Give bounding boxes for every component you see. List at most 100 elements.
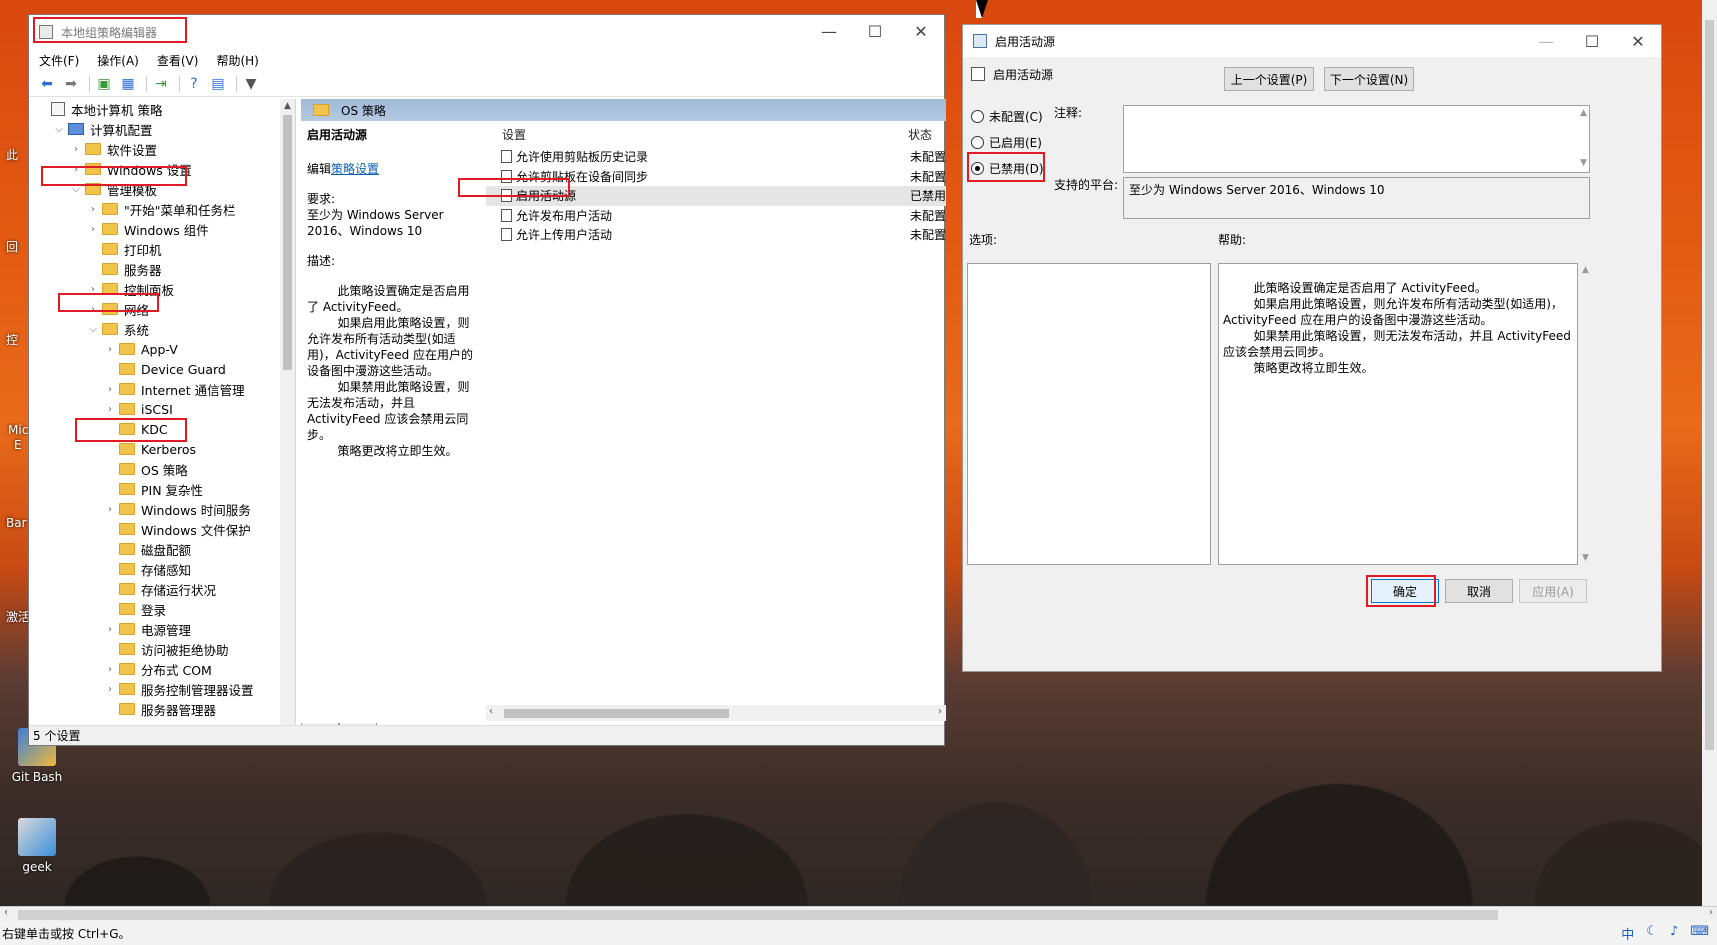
list-hscroll-thumb[interactable]	[504, 709, 729, 718]
up-folder-icon[interactable]: ▣	[94, 75, 114, 93]
tree-scrollbar[interactable]: ▲ ▼	[280, 99, 295, 739]
chevron-right-icon[interactable]: ›	[103, 344, 117, 355]
help-icon[interactable]: ?	[184, 75, 204, 93]
tree-item[interactable]: 服务器	[33, 259, 295, 279]
radio-enabled[interactable]: 已启用(E)	[971, 134, 1042, 151]
desktop-hscroll-thumb[interactable]	[18, 910, 1498, 920]
show-hide-tree-icon[interactable]: ▦	[118, 75, 138, 93]
tree-item[interactable]: ⌵ 计算机配置	[33, 119, 295, 139]
radio-circle[interactable]	[971, 110, 984, 123]
tree-item[interactable]: › iSCSI	[33, 399, 295, 419]
scroll-left-icon[interactable]: ‹	[489, 706, 493, 717]
gpedit-titlebar[interactable]: 本地组策略编辑器 — ☐ ✕	[29, 15, 944, 49]
chevron-down-icon[interactable]: ⌵	[86, 324, 100, 335]
chevron-right-icon[interactable]: ›	[69, 144, 83, 155]
column-state[interactable]: 状态	[832, 126, 932, 143]
menu-help[interactable]: 帮助(H)	[216, 52, 258, 69]
desktop-icon-fragment[interactable]: 激活	[6, 608, 30, 625]
minimize-icon[interactable]: —	[806, 15, 852, 47]
back-icon[interactable]: ⬅	[37, 75, 57, 93]
apply-button[interactable]: 应用(A)	[1519, 579, 1587, 603]
tree-item[interactable]: › 电源管理	[33, 619, 295, 639]
forward-icon[interactable]: ➡	[61, 75, 81, 93]
export-list-icon[interactable]: ⇥	[151, 75, 171, 93]
tree-item[interactable]: › 服务控制管理器设置	[33, 679, 295, 699]
tree-item[interactable]: Device Guard	[33, 359, 295, 379]
tree-item[interactable]: 服务器管理器	[33, 699, 295, 719]
chevron-right-icon[interactable]: ›	[103, 404, 117, 415]
tree-item[interactable]: › 软件设置	[33, 139, 295, 159]
tree-item[interactable]: Windows 文件保护	[33, 519, 295, 539]
desktop-vscroll-thumb[interactable]	[1705, 20, 1714, 750]
dialog-titlebar[interactable]: 启用活动源 — ☐ ✕	[963, 25, 1661, 57]
menu-action[interactable]: 操作(A)	[97, 52, 139, 69]
menu-file[interactable]: 文件(F)	[39, 52, 79, 69]
tree-item[interactable]: 登录	[33, 599, 295, 619]
tree-item[interactable]: 本地计算机 策略	[33, 99, 295, 119]
tree-item[interactable]: › "开始"菜单和任务栏	[33, 199, 295, 219]
desktop-icon-fragment[interactable]: 控	[6, 331, 18, 348]
properties-icon[interactable]: ▤	[208, 75, 228, 93]
tree-item[interactable]: ⌵ 系统	[33, 319, 295, 339]
tree-item[interactable]: 存储运行状况	[33, 579, 295, 599]
scroll-down-icon[interactable]: ▼	[1580, 158, 1587, 168]
ime-chinese-icon[interactable]: 中	[1621, 924, 1634, 943]
chevron-right-icon[interactable]: ›	[103, 664, 117, 675]
chevron-right-icon[interactable]: ›	[103, 504, 117, 515]
tree-item[interactable]: › Windows 时间服务	[33, 499, 295, 519]
scroll-up-icon[interactable]: ▲	[280, 101, 295, 111]
chevron-right-icon[interactable]: ›	[103, 384, 117, 395]
column-setting[interactable]: 设置	[486, 126, 832, 143]
scroll-left-icon[interactable]: ‹	[4, 907, 8, 918]
tree-scroll-thumb[interactable]	[283, 115, 292, 370]
scroll-up-icon[interactable]: ▲	[1582, 265, 1589, 275]
chevron-right-icon[interactable]: ›	[86, 224, 100, 235]
cancel-button[interactable]: 取消	[1445, 579, 1513, 603]
setting-row[interactable]: 允许上传用户活动 未配置	[486, 225, 946, 245]
radio-circle[interactable]	[971, 136, 984, 149]
tree-item[interactable]: › 分布式 COM	[33, 659, 295, 679]
chevron-down-icon[interactable]: ⌵	[52, 124, 66, 135]
chevron-right-icon[interactable]: ›	[103, 684, 117, 695]
maximize-icon[interactable]: ☐	[1569, 25, 1615, 57]
keyboard-icon[interactable]: ⌨	[1690, 924, 1709, 943]
menu-view[interactable]: 查看(V)	[157, 52, 199, 69]
scroll-down-icon[interactable]: ▼	[1582, 553, 1589, 563]
tree-item[interactable]: › Internet 通信管理	[33, 379, 295, 399]
setting-row[interactable]: 允许使用剪贴板历史记录 未配置	[486, 147, 946, 167]
desktop-icon-fragment[interactable]: E	[14, 438, 22, 452]
desktop-hscrollbar[interactable]: ‹ ›	[0, 906, 1717, 922]
tree-item[interactable]: Kerberos	[33, 439, 295, 459]
tree-item[interactable]: › App-V	[33, 339, 295, 359]
next-setting-button[interactable]: 下一个设置(N)	[1324, 67, 1414, 91]
filter-icon[interactable]: ▼	[241, 75, 261, 93]
close-icon[interactable]: ✕	[1615, 25, 1661, 57]
tree-item[interactable]: › Windows 组件	[33, 219, 295, 239]
tree-item[interactable]: 打印机	[33, 239, 295, 259]
list-hscrollbar[interactable]: ‹ ›	[486, 705, 946, 721]
tree-item[interactable]: 存储感知	[33, 559, 295, 579]
volume-icon[interactable]: ♪	[1670, 924, 1678, 943]
chevron-right-icon[interactable]: ›	[103, 624, 117, 635]
tree-item[interactable]: PIN 复杂性	[33, 479, 295, 499]
close-icon[interactable]: ✕	[898, 15, 944, 47]
scroll-right-icon[interactable]: ›	[938, 706, 942, 717]
desktop-icon-fragment[interactable]: 此	[6, 146, 18, 163]
tree-item[interactable]: 访问被拒绝协助	[33, 639, 295, 659]
desktop-icon-fragment[interactable]: Bar	[6, 516, 27, 530]
minimize-icon[interactable]: —	[1523, 25, 1569, 57]
geek-desktop-icon[interactable]: geek	[2, 818, 72, 874]
scroll-right-icon[interactable]: ›	[1709, 907, 1713, 918]
previous-setting-button[interactable]: 上一个设置(P)	[1224, 67, 1314, 91]
comment-textarea[interactable]: ▲ ▼	[1123, 105, 1590, 173]
desktop-icon-fragment[interactable]: Mic	[8, 423, 28, 437]
setting-row[interactable]: 允许发布用户活动 未配置	[486, 206, 946, 226]
scroll-up-icon[interactable]: ▲	[1580, 108, 1587, 118]
edit-policy-link[interactable]: 策略设置	[331, 162, 379, 176]
moon-icon[interactable]: ☾	[1646, 924, 1658, 943]
desktop-icon-fragment[interactable]: 回	[6, 238, 18, 255]
desktop-vscrollbar[interactable]	[1702, 0, 1717, 906]
chevron-right-icon[interactable]: ›	[86, 204, 100, 215]
radio-not-configured[interactable]: 未配置(C)	[971, 108, 1043, 125]
tree-item[interactable]: OS 策略	[33, 459, 295, 479]
